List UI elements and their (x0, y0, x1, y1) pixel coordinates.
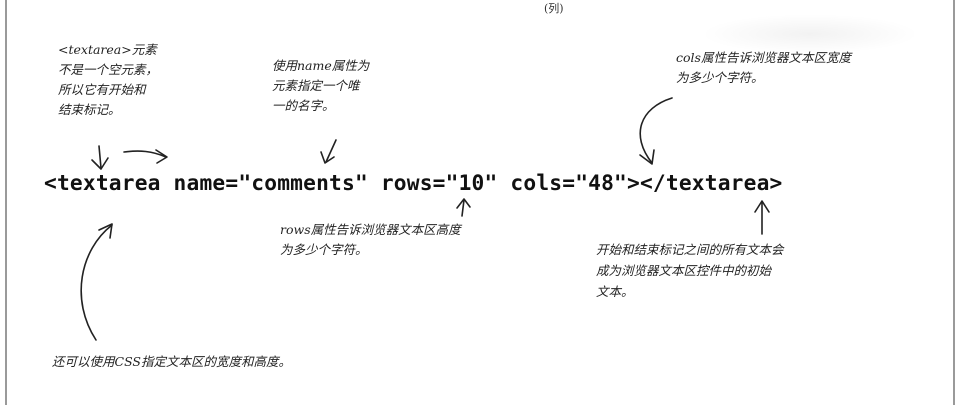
arrow-cols-curve (639, 97, 673, 164)
annotated-figure: (列) <textarea>元素 不是一个空元素， 所以它有开始和 结束标记。 … (0, 0, 962, 405)
arrow-textarea-down (98, 145, 102, 169)
arrow-css-curve (80, 224, 113, 341)
annotation-arrows (80, 97, 770, 341)
